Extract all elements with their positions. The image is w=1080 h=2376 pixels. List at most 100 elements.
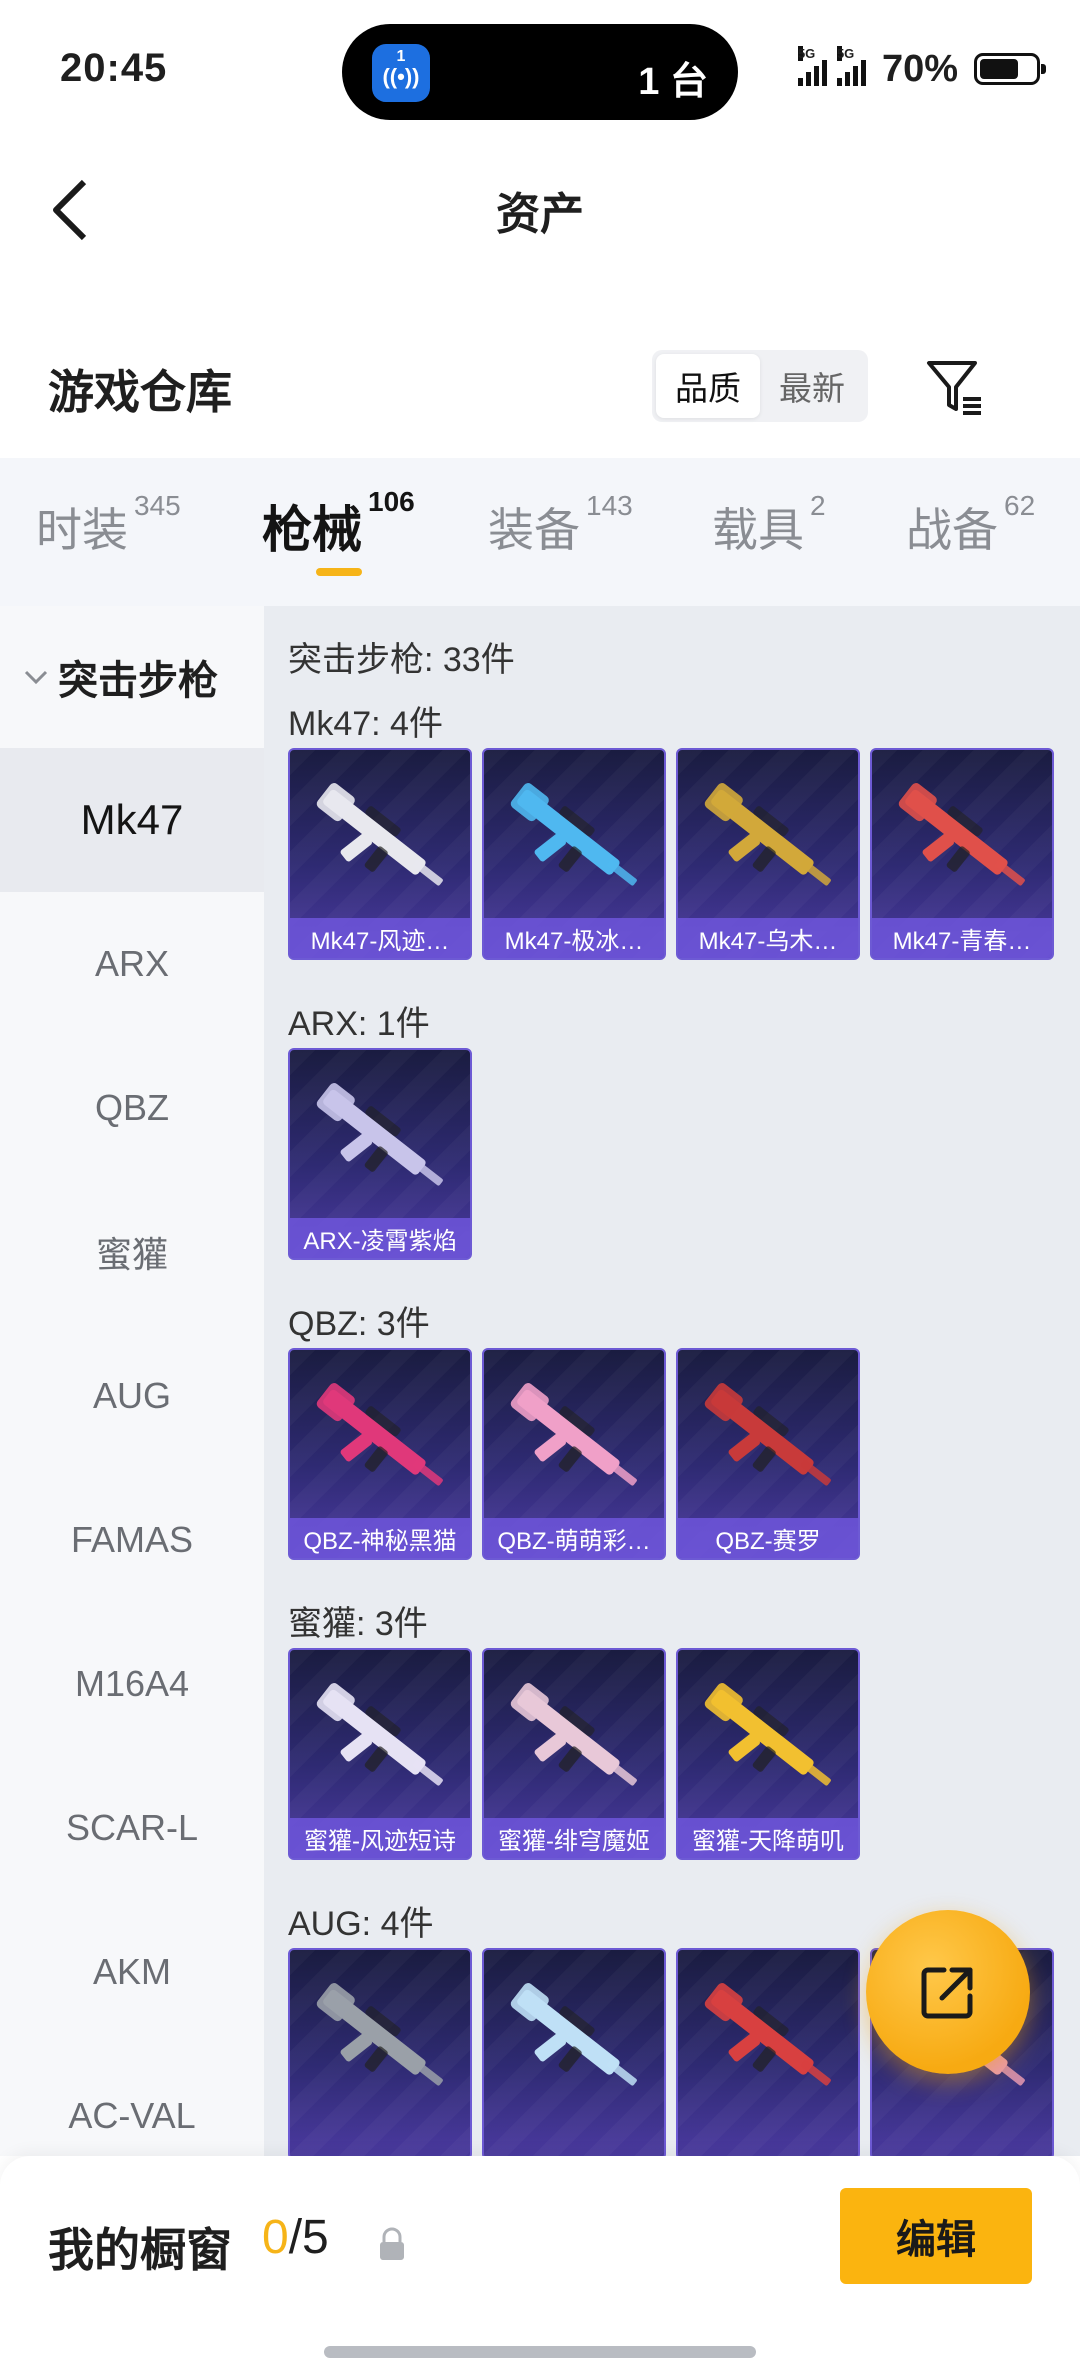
weapon-skin-name: 蜜獾-风迹短诗 <box>290 1818 470 1858</box>
group-title: 蜜獾: 3件 <box>288 1605 428 1643</box>
tab-count: 62 <box>1004 490 1036 521</box>
sidebar-item-aug[interactable]: AUG <box>0 1324 264 1468</box>
status-bar: 20:45 1 ((•)) 1 台 5G 5G 70% <box>0 0 1080 140</box>
weapon-skin-card[interactable] <box>482 1948 666 2156</box>
rifle-icon <box>510 783 637 886</box>
sidebar-item-m16a4[interactable]: M16A4 <box>0 1612 264 1756</box>
rifle-icon <box>898 783 1025 886</box>
battery-icon <box>974 53 1046 85</box>
category-tabs: 时装 345 枪械 106 装备 143 载具 2 战备 62 <box>0 458 1080 606</box>
sidebar-item-mk47[interactable]: Mk47 <box>0 748 264 892</box>
sort-toggle: 品质 最新 <box>652 350 868 422</box>
home-indicator <box>324 2346 756 2358</box>
sidebar-category[interactable]: 突击步枪 <box>0 606 264 748</box>
tab-label: 时装 <box>36 504 128 556</box>
island-device-count: 1 台 <box>638 61 708 103</box>
signal-type: 5G <box>836 46 855 61</box>
weapon-skin-card[interactable]: Mk47-极冰… <box>482 748 666 960</box>
weapon-skin-card[interactable]: Mk47-青春… <box>870 748 1054 960</box>
showcase-bar: 我的橱窗 0/5 编辑 <box>0 2156 1080 2376</box>
filter-button[interactable] <box>920 352 990 422</box>
weapon-skin-card[interactable] <box>676 1948 860 2156</box>
lock-icon <box>380 2227 404 2260</box>
showcase-used: 0 <box>262 2211 289 2264</box>
weapon-skin-card[interactable]: 蜜獾-风迹短诗 <box>288 1648 472 1860</box>
weapon-skin-card[interactable]: QBZ-萌萌彩… <box>482 1348 666 1560</box>
sidebar-item-scar-l[interactable]: SCAR-L <box>0 1756 264 1900</box>
rifle-icon <box>316 1983 443 2086</box>
weapon-skin-name: QBZ-萌萌彩… <box>484 1518 664 1558</box>
edit-button[interactable]: 编辑 <box>840 2188 1032 2284</box>
tab-label: 战备 <box>906 504 998 556</box>
sort-newest[interactable]: 最新 <box>760 354 864 418</box>
tab-label: 载具 <box>712 504 804 556</box>
active-tab-indicator <box>316 568 362 576</box>
weapon-skin-name: Mk47-乌木… <box>678 918 858 958</box>
battery-percentage: 70% <box>881 47 958 90</box>
weapon-skin-card[interactable]: QBZ-神秘黑猫 <box>288 1348 472 1560</box>
broadcast-icon: ((•)) <box>382 64 420 89</box>
rifle-icon <box>704 1983 831 2086</box>
weapon-skin-card[interactable]: QBZ-赛罗 <box>676 1348 860 1560</box>
sidebar-item-arx[interactable]: ARX <box>0 892 264 1036</box>
signal-icon: 5G <box>797 46 827 86</box>
weapon-skin-card[interactable] <box>288 1948 472 2156</box>
rifle-icon <box>704 1383 831 1486</box>
showcase-title: 我的橱窗 <box>48 2224 232 2276</box>
rifle-icon <box>510 1983 637 2086</box>
filter-icon <box>927 361 981 415</box>
weapon-skin-name: 蜜獾-绯穹魔姬 <box>484 1818 664 1858</box>
tab-label: 枪械 <box>262 502 362 558</box>
weapon-skin-card[interactable]: 蜜獾-天降萌叽 <box>676 1648 860 1860</box>
status-time: 20:45 <box>60 46 168 90</box>
nav-header: 资产 <box>0 140 1080 270</box>
weapon-skin-name: Mk47-极冰… <box>484 918 664 958</box>
tab-label: 装备 <box>488 504 580 556</box>
rifle-icon <box>316 1683 443 1786</box>
signal-icon: 5G <box>836 46 866 86</box>
showcase-count: 0/5 <box>262 2210 329 2265</box>
sidebar-item-famas[interactable]: FAMAS <box>0 1468 264 1612</box>
group-title: Mk47: 4件 <box>288 705 443 743</box>
battery-level <box>980 59 1018 79</box>
island-app-icon: 1 ((•)) <box>372 44 430 102</box>
weapon-skin-name: 蜜獾-天降萌叽 <box>678 1818 858 1858</box>
group-title: AUG: 4件 <box>288 1905 434 1943</box>
rifle-icon <box>316 1083 443 1186</box>
tab-guns[interactable]: 枪械 106 <box>262 486 415 562</box>
tab-equipment[interactable]: 装备 143 <box>488 490 633 560</box>
tab-count: 345 <box>134 490 181 521</box>
tab-count: 143 <box>586 490 633 521</box>
dynamic-island[interactable]: 1 ((•)) 1 台 <box>342 24 738 120</box>
share-button[interactable] <box>866 1910 1030 2074</box>
rifle-icon <box>704 783 831 886</box>
weapon-skin-name: Mk47-风迹… <box>290 918 470 958</box>
sidebar-item-qbz[interactable]: QBZ <box>0 1036 264 1180</box>
status-indicators: 5G 5G 70% <box>797 44 1046 94</box>
tab-tactical[interactable]: 战备 62 <box>906 490 1035 560</box>
rifle-icon <box>510 1383 637 1486</box>
tab-vehicles[interactable]: 载具 2 <box>712 490 826 560</box>
sidebar-item-honey-badger[interactable]: 蜜獾 <box>0 1180 264 1324</box>
showcase-total: /5 <box>288 2211 329 2264</box>
rifle-icon <box>510 1683 637 1786</box>
weapon-skin-card[interactable]: Mk47-风迹… <box>288 748 472 960</box>
weapon-skin-name: QBZ-赛罗 <box>678 1518 858 1558</box>
weapon-skin-name: QBZ-神秘黑猫 <box>290 1518 470 1558</box>
sort-quality[interactable]: 品质 <box>656 354 760 418</box>
weapon-skin-card[interactable]: Mk47-乌木… <box>676 748 860 960</box>
tab-count: 2 <box>810 490 826 521</box>
sidebar-item-akm[interactable]: AKM <box>0 1900 264 2044</box>
weapon-skin-card[interactable]: 蜜獾-绯穹魔姬 <box>482 1648 666 1860</box>
category-summary: 突击步枪: 33件 <box>288 641 515 679</box>
warehouse-header: 游戏仓库 品质 最新 <box>0 330 1080 450</box>
battery-tip <box>1041 64 1046 74</box>
warehouse-title: 游戏仓库 <box>48 366 232 418</box>
weapon-skin-name: ARX-凌霄紫焰 <box>290 1218 470 1258</box>
group-title: ARX: 1件 <box>288 1005 430 1043</box>
tab-fashion[interactable]: 时装 345 <box>36 490 181 560</box>
weapon-skin-card[interactable]: ARX-凌霄紫焰 <box>288 1048 472 1260</box>
sidebar-item-ac-val[interactable]: AC-VAL <box>0 2044 264 2156</box>
rifle-icon <box>704 1683 831 1786</box>
rifle-icon <box>316 783 443 886</box>
